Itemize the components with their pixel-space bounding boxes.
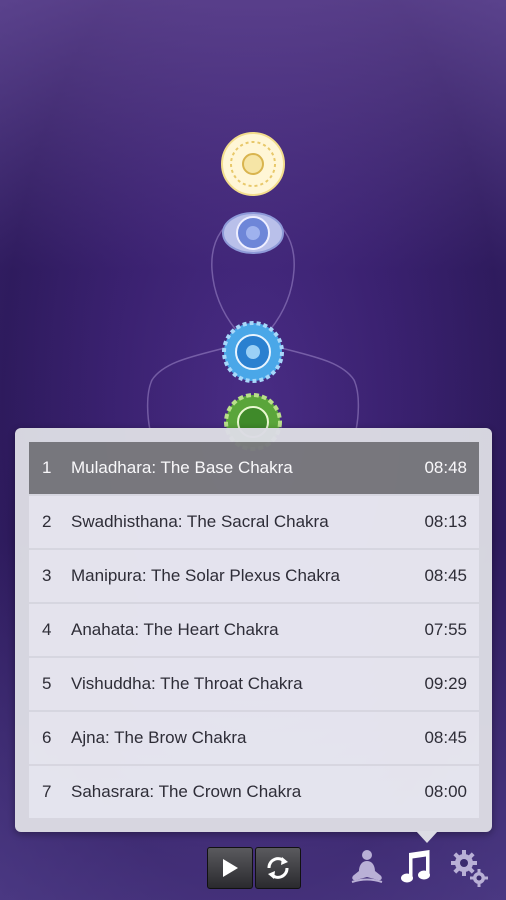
playlist-pointer [416, 831, 438, 843]
track-row[interactable]: 1 Muladhara: The Base Chakra 08:48 [29, 442, 479, 494]
track-title: Muladhara: The Base Chakra [71, 458, 293, 477]
play-icon [223, 859, 238, 877]
track-duration: 08:00 [424, 782, 467, 801]
track-title: Anahata: The Heart Chakra [71, 620, 279, 639]
playlist-panel: 1 Muladhara: The Base Chakra 08:48 2 Swa… [15, 428, 492, 832]
track-number: 2 [42, 512, 52, 531]
track-duration: 08:13 [424, 512, 467, 531]
track-title: Vishuddha: The Throat Chakra [71, 674, 303, 693]
track-number: 6 [42, 728, 52, 747]
gear-icon [451, 850, 488, 887]
brow-chakra-icon [222, 212, 284, 254]
track-list: 1 Muladhara: The Base Chakra 08:48 2 Swa… [29, 442, 479, 818]
track-duration: 09:29 [424, 674, 467, 693]
track-row[interactable]: 5 Vishuddha: The Throat Chakra 09:29 [29, 658, 479, 710]
track-duration: 08:48 [424, 458, 467, 477]
track-title: Swadhisthana: The Sacral Chakra [71, 512, 329, 531]
track-number: 7 [42, 782, 52, 801]
play-button[interactable] [207, 847, 253, 889]
track-title: Sahasrara: The Crown Chakra [71, 782, 302, 801]
track-duration: 08:45 [424, 728, 467, 747]
track-title: Manipura: The Solar Plexus Chakra [71, 566, 340, 585]
repeat-button[interactable] [255, 847, 301, 889]
track-row[interactable]: 3 Manipura: The Solar Plexus Chakra 08:4… [29, 550, 479, 602]
track-number: 3 [42, 566, 52, 585]
settings-tab[interactable] [448, 848, 490, 888]
meditation-icon [351, 850, 383, 883]
track-title: Ajna: The Brow Chakra [71, 728, 247, 747]
track-number: 4 [42, 620, 52, 639]
throat-chakra-icon [222, 321, 284, 383]
track-row[interactable]: 2 Swadhisthana: The Sacral Chakra 08:13 [29, 496, 479, 548]
track-row[interactable]: 4 Anahata: The Heart Chakra 07:55 [29, 604, 479, 656]
track-number: 5 [42, 674, 52, 693]
track-duration: 08:45 [424, 566, 467, 585]
track-row[interactable]: 7 Sahasrara: The Crown Chakra 08:00 [29, 766, 479, 818]
music-note-icon [401, 850, 430, 883]
crown-chakra-icon [221, 132, 285, 196]
repeat-icon [267, 857, 289, 879]
meditation-tab[interactable] [347, 848, 387, 886]
music-tab[interactable] [397, 848, 437, 886]
track-duration: 07:55 [424, 620, 467, 639]
track-row[interactable]: 6 Ajna: The Brow Chakra 08:45 [29, 712, 479, 764]
track-number: 1 [42, 458, 52, 477]
